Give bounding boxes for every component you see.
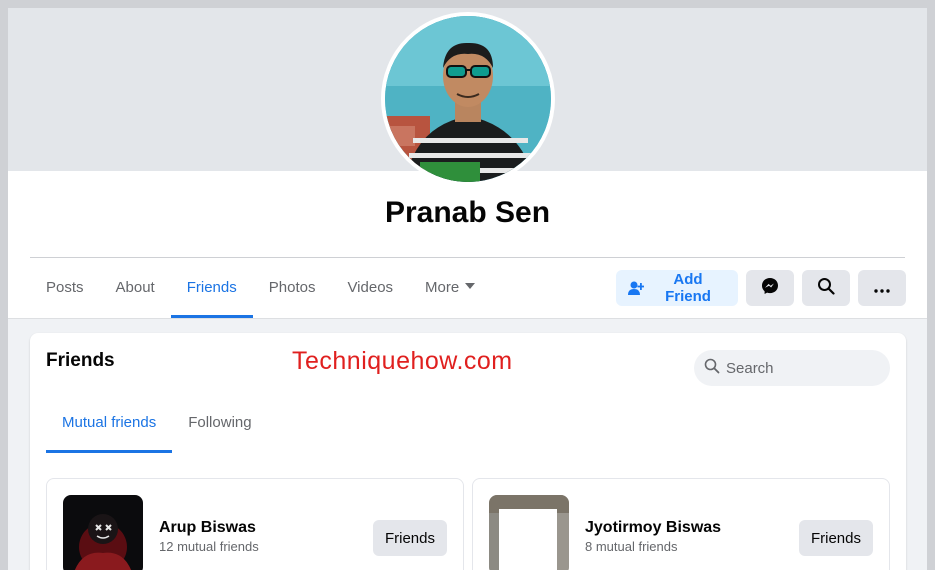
profile-avatar[interactable] [381,12,555,186]
profile-photo-illustration [385,16,551,182]
friends-title: Friends [46,350,115,371]
page-frame: Pranab Sen Posts About Friends Photos Vi… [8,8,927,570]
messenger-icon [761,277,779,299]
friend-avatar[interactable] [489,495,569,570]
profile-name: Pranab Sen [384,196,551,229]
profile-photo [385,16,551,182]
tab-photos[interactable]: Photos [253,268,332,318]
tab-posts[interactable]: Posts [30,268,100,318]
tab-following[interactable]: Following [172,403,267,453]
watermark-text: Techniquehow.com [292,347,513,375]
add-friend-button[interactable]: Add Friend [616,270,738,306]
friend-card[interactable]: Jyotirmoy Biswas 8 mutual friends Friend… [472,478,890,570]
user-plus-icon [628,281,644,295]
search-icon [817,277,835,299]
friend-avatar-image [489,495,569,570]
friends-search-input[interactable] [726,359,876,377]
tab-about[interactable]: About [100,268,171,318]
friend-card[interactable]: Arup Biswas 12 mutual friends Friends [46,478,464,570]
friends-card: Friends Techniquehow.com Mutual friends … [30,333,906,570]
more-options-button[interactable] [858,270,906,306]
search-button[interactable] [802,270,850,306]
tab-videos[interactable]: Videos [331,268,409,318]
friend-name[interactable]: Jyotirmoy Biswas [585,519,721,537]
tab-mutual-friends[interactable]: Mutual friends [46,403,173,453]
caret-down-icon [465,283,476,290]
profile-nav: Posts About Friends Photos Videos More [30,268,491,318]
profile-actions: Add Friend [616,270,906,306]
more-icon [874,280,890,297]
friend-mutual-count[interactable]: 8 mutual friends [585,539,678,554]
friends-status-button[interactable]: Friends [372,520,447,556]
friend-avatar[interactable] [63,495,143,570]
friends-subtabs: Mutual friends Following [46,403,268,453]
search-icon [704,358,720,379]
friends-status-button[interactable]: Friends [798,520,873,556]
friends-search[interactable] [694,350,890,386]
tab-friends[interactable]: Friends [170,268,253,318]
friend-avatar-image [63,495,143,570]
tab-more[interactable]: More [409,268,491,318]
message-button[interactable] [746,270,794,306]
friend-name[interactable]: Arup Biswas [159,519,256,537]
tab-more-label: More [425,279,460,296]
header-divider [30,257,905,258]
friend-mutual-count[interactable]: 12 mutual friends [159,539,259,554]
add-friend-label: Add Friend [665,271,711,305]
